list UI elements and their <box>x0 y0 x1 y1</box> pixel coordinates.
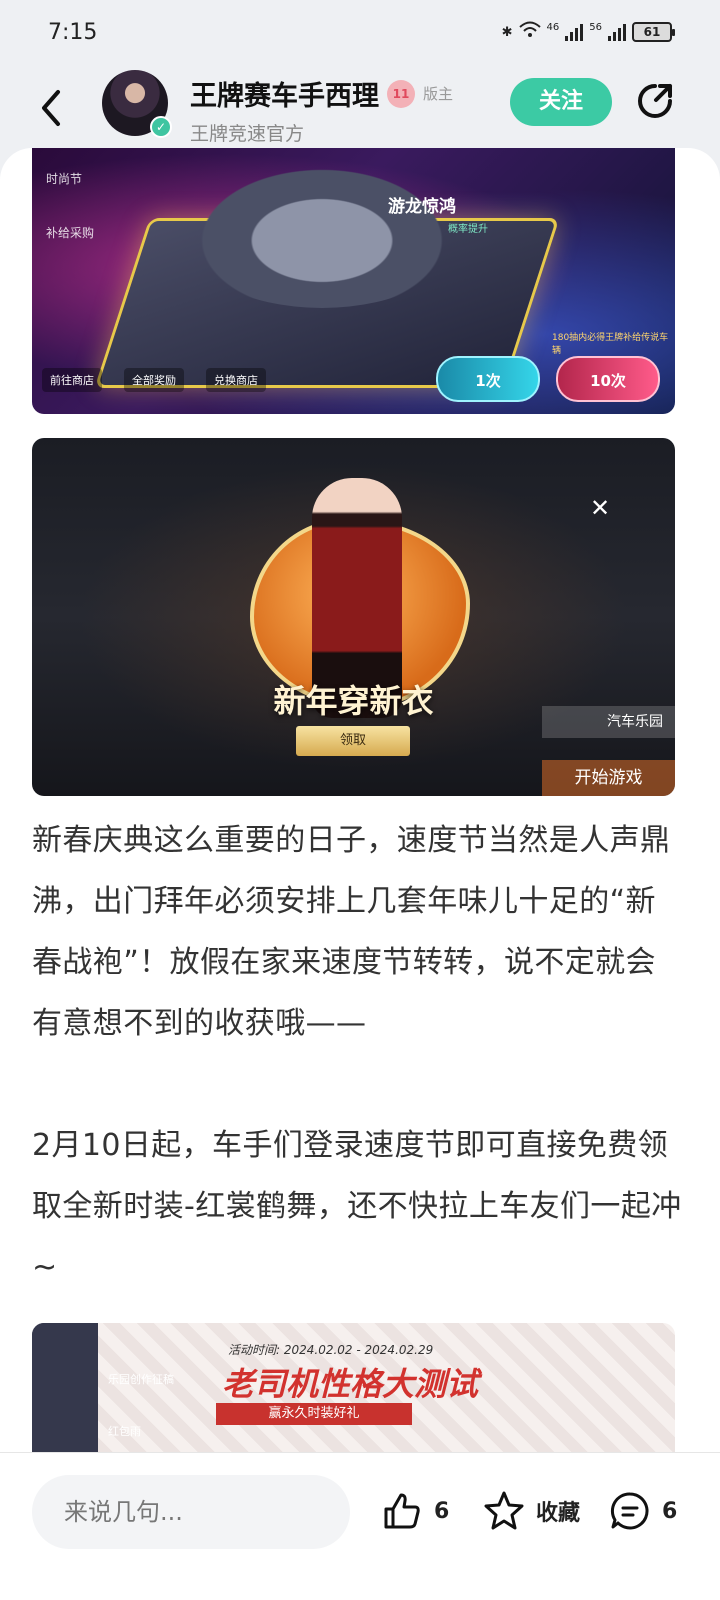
like-count: 6 <box>434 1498 450 1524</box>
network-type-1: 46 <box>546 22 560 33</box>
image-tag: 概率提升 <box>448 224 488 235</box>
comment-count: 6 <box>662 1498 678 1524</box>
author-info: 王牌赛车手西理 11 版主 王牌竞速官方 <box>190 74 453 146</box>
favorite-button[interactable]: 收藏 <box>482 1489 580 1533</box>
network-type-2: 56 <box>589 22 602 33</box>
share-icon <box>638 84 672 118</box>
role-badge: 版主 <box>423 85 454 103</box>
comment-button[interactable]: 6 <box>608 1489 677 1533</box>
author-name[interactable]: 王牌赛车手西理 <box>190 74 379 113</box>
bottom-action-bar: 来说几句... 6 收藏 6 <box>0 1452 720 1600</box>
image2-start-label: 开始游戏 <box>542 760 675 796</box>
battery-icon: 61 <box>632 22 675 42</box>
image-label-fashion: 时尚节 <box>46 172 83 186</box>
status-icons: ✱ 46 56 61 <box>501 21 675 43</box>
article-image-quiz[interactable]: 乐园创作征稿 红包雨 活动时间: 2024.02.02 - 2024.02.29… <box>32 1323 675 1458</box>
image2-garden-label: 汽车乐园 <box>542 706 675 738</box>
article-paragraph-1: 新春庆典这么重要的日子，速度节当然是人声鼎沸，出门拜年必须安排上几套年味儿十足的… <box>32 823 671 1041</box>
post-content: 时尚节 补给采购 游龙惊鸿 概率提升 180抽内必得王牌补给传说车辆 前往商店 … <box>0 148 720 1458</box>
image3-subtitle: 赢永久时装好礼 <box>216 1403 412 1425</box>
back-button[interactable] <box>36 86 66 130</box>
bluetooth-icon: ✱ <box>501 24 513 40</box>
image-pill-ten: 10次 <box>556 356 660 402</box>
image3-side-tag: 乐园创作征稿 <box>108 1373 174 1386</box>
verified-icon: ✓ <box>150 116 172 138</box>
back-arrow-icon <box>42 90 60 126</box>
image3-side-tag-2: 红包雨 <box>108 1425 141 1438</box>
image-link-exchange: 兑换商店 <box>206 368 266 392</box>
thumbs-up-icon <box>384 1493 420 1529</box>
article-body: 新春庆典这么重要的日子，速度节当然是人声鼎沸，出门拜年必须安排上几套年味儿十足的… <box>32 810 682 1298</box>
image2-claim: 领取 <box>296 726 410 756</box>
image-bottom-links: 前往商店 全部奖励 兑换商店 <box>42 368 266 392</box>
avatar[interactable]: ✓ <box>102 70 172 138</box>
star-icon <box>484 1491 524 1530</box>
image-link-shop: 前往商店 <box>42 368 102 392</box>
like-button[interactable]: 6 <box>380 1489 449 1533</box>
signal-icon <box>565 23 584 41</box>
image3-side-panel <box>32 1323 98 1458</box>
share-button[interactable] <box>634 80 676 122</box>
image-note: 180抽内必得王牌补给传说车辆 <box>552 333 669 356</box>
article-paragraph-2: 2月10日起，车手们登录速度节即可直接免费领取全新时装-红裳鹤舞，还不快拉上车友… <box>32 1128 682 1285</box>
image-link-rewards: 全部奖励 <box>124 368 184 392</box>
article-image-gacha[interactable]: 时尚节 补给采购 游龙惊鸿 概率提升 180抽内必得王牌补给传说车辆 前往商店 … <box>32 148 675 414</box>
image-pill-once: 1次 <box>436 356 540 402</box>
car-graphic <box>182 158 462 308</box>
article-image-newyear[interactable]: ✕ 新年穿新衣 领取 汽车乐园 开始游戏 <box>32 438 675 796</box>
level-badge: 11 <box>387 79 415 108</box>
image-title: 游龙惊鸿 <box>388 197 456 217</box>
close-icon: ✕ <box>590 494 611 522</box>
status-time: 7:15 <box>48 19 98 45</box>
favorite-label: 收藏 <box>536 1501 581 1526</box>
follow-button[interactable]: 关注 <box>510 78 612 126</box>
wifi-icon <box>518 21 541 43</box>
image3-title: 老司机性格大测试 <box>222 1365 479 1403</box>
author-subtitle: 王牌竞速官方 <box>190 123 305 145</box>
signal-icon-2 <box>608 23 626 41</box>
comment-input[interactable]: 来说几句... <box>32 1475 350 1549</box>
image3-date: 活动时间: 2024.02.02 - 2024.02.29 <box>228 1343 434 1357</box>
image-label-supply: 补给采购 <box>46 226 95 240</box>
status-bar: 7:15 ✱ 46 56 61 <box>0 0 720 64</box>
comment-bubble-icon <box>610 1492 649 1530</box>
